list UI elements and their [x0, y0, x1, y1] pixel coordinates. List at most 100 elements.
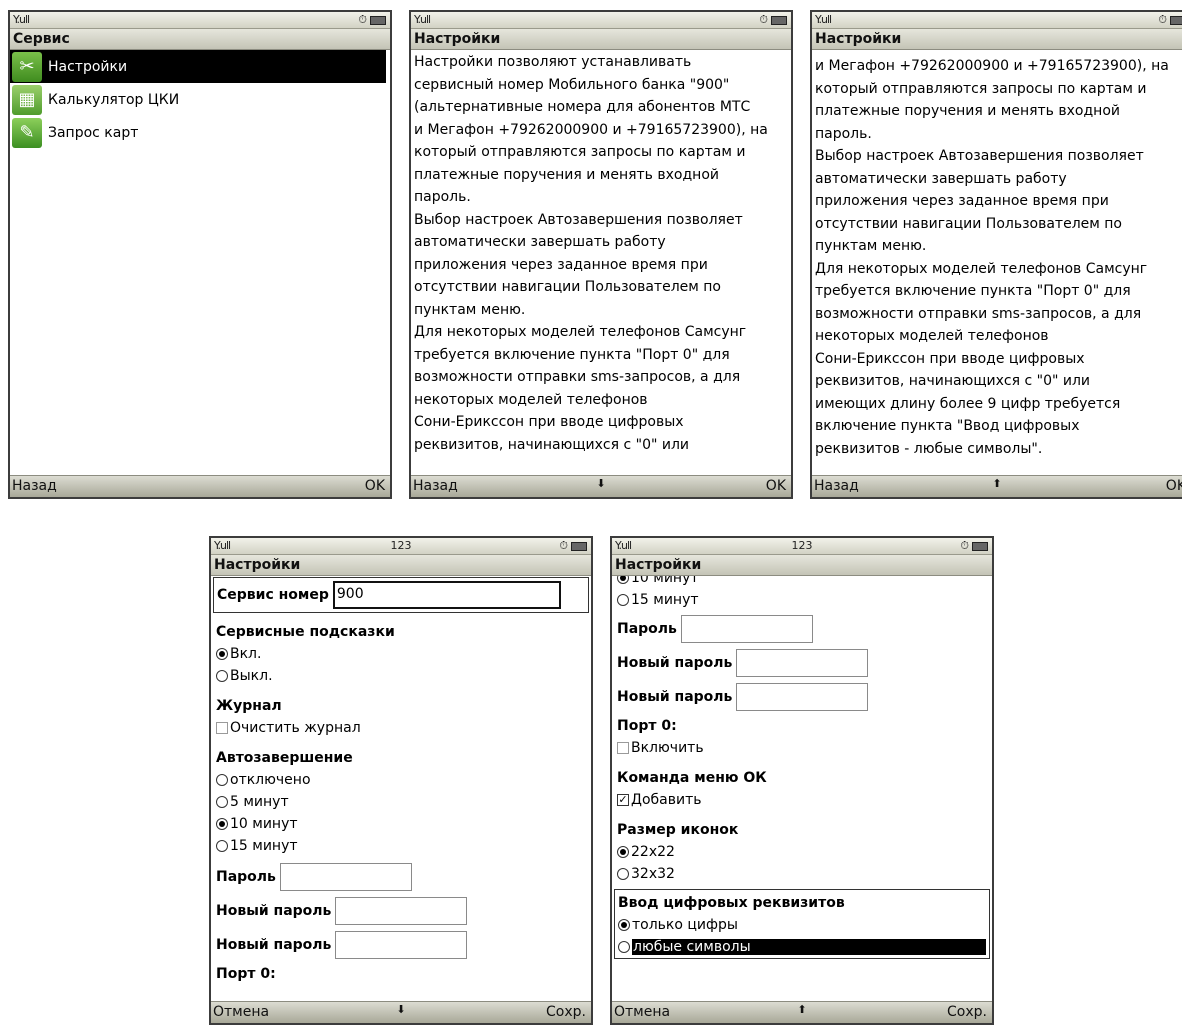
- battery-icon: [571, 541, 587, 551]
- help-line: Выбор настроек Автозавершения позволяет: [815, 148, 1144, 164]
- password-input[interactable]: [279, 863, 412, 891]
- digits-input-group: Ввод цифровых реквизитов только цифры лю…: [614, 889, 990, 959]
- help-line: Для некоторых моделей телефонов Самсунг: [414, 324, 747, 340]
- help-line: автоматически завершать работу: [815, 170, 1067, 187]
- autoclose-option-15[interactable]: 15 минут: [216, 835, 586, 857]
- confirm-password-input[interactable]: [736, 683, 869, 711]
- service-number-input[interactable]: 900: [332, 581, 561, 609]
- ok-command-add-option[interactable]: ✓ Добавить: [617, 789, 987, 811]
- option-label: 15 минут: [631, 592, 699, 608]
- phone-screen-help-top: Y.ull ⏱ Настройки Настройки позволяют ус…: [409, 10, 793, 499]
- softkey-ok[interactable]: OK: [1166, 478, 1182, 494]
- screen-title: Настройки: [214, 557, 301, 573]
- menu-item-card-request[interactable]: ✎ Запрос карт: [10, 116, 390, 149]
- autoclose-option-10[interactable]: 10 минут: [617, 576, 987, 589]
- softkey-ok[interactable]: OK: [766, 478, 786, 494]
- option-label: отключено: [230, 772, 311, 788]
- help-line: некоторых моделей телефонов: [815, 328, 1049, 344]
- autoclose-option-15[interactable]: 15 минут: [617, 589, 987, 611]
- new-password-input[interactable]: [335, 897, 468, 925]
- help-line: приложения через заданное время при: [815, 193, 1109, 209]
- softkey-back[interactable]: Назад: [814, 478, 859, 494]
- status-bar: Y.ull ⏱: [411, 12, 791, 29]
- phone-screen-service: Y.ull ⏱ Сервис ✂ Настройки ▦ Калькулятор…: [8, 10, 392, 499]
- softkey-bar: Назад ⬆ OK: [812, 475, 1182, 497]
- journal-group: Журнал Очистить журнал: [216, 695, 586, 739]
- port-enable-option[interactable]: Включить: [617, 737, 987, 759]
- help-line: Сони-Ериксcон при вводе цифровых: [414, 414, 684, 430]
- checkbox-icon: [216, 722, 228, 734]
- new-password-input[interactable]: [736, 649, 869, 677]
- help-line: (альтернативные номера для абонентов МТС: [414, 99, 751, 115]
- card-request-icon: ✎: [12, 117, 42, 148]
- confirm-password-row: Новый пароль: [216, 931, 586, 959]
- autoclose-option-10[interactable]: 10 минут: [216, 813, 586, 835]
- option-label: Выкл.: [230, 668, 273, 684]
- confirm-password-input[interactable]: [335, 931, 468, 959]
- menu-item-label: Запрос карт: [48, 124, 139, 141]
- option-label: только цифры: [632, 917, 738, 933]
- option-label: Добавить: [631, 792, 702, 808]
- help-line: реквизитов, начинающихся с "0" или: [815, 373, 1091, 389]
- hints-group: Сервисные подсказки Вкл. Выкл.: [216, 621, 586, 687]
- settings-form: 10 минут 15 минут Пароль Новый пароль Но…: [612, 576, 992, 1001]
- title-bar: Настройки: [211, 555, 591, 576]
- help-line: и Мегафон +79262000900 и +79165723900), …: [815, 58, 1169, 74]
- hints-off-option[interactable]: Выкл.: [216, 665, 586, 687]
- softkey-back[interactable]: Назад: [12, 478, 57, 494]
- alarm-icon: ⏱: [559, 539, 568, 552]
- title-bar: Настройки: [411, 29, 791, 50]
- new-password-row: Новый пароль: [617, 649, 987, 677]
- help-line: отсутствии навигации Пользователем по: [414, 279, 721, 295]
- status-icons: ⏱: [960, 539, 988, 553]
- any-symbols-option[interactable]: любые символы: [618, 936, 986, 958]
- help-line: автоматически завершать работу: [414, 234, 666, 250]
- clear-journal-option[interactable]: Очистить журнал: [216, 717, 586, 739]
- help-line: Сони-Ериксcон при вводе цифровых: [815, 350, 1085, 367]
- help-line: приложения через заданное время при: [414, 256, 708, 273]
- help-line: требуется включение пункта "Порт 0" для: [414, 346, 730, 363]
- help-line: пунктам меню.: [414, 301, 526, 318]
- digits-input-title: Ввод цифровых реквизитов: [618, 895, 845, 911]
- help-text: и Мегафон +79262000900 и +79165723900), …: [812, 50, 1182, 475]
- calculator-icon: ▦: [12, 84, 42, 115]
- screen-title: Настройки: [414, 31, 501, 47]
- digits-only-option[interactable]: только цифры: [618, 914, 986, 936]
- option-label: 10 минут: [230, 816, 298, 832]
- help-line: некоторых моделей телефонов: [414, 391, 648, 408]
- softkey-ok[interactable]: OK: [365, 478, 385, 494]
- alarm-icon: ⏱: [759, 13, 768, 26]
- radio-icon: [216, 670, 228, 682]
- autoclose-option-off[interactable]: отключено: [216, 769, 586, 791]
- journal-title: Журнал: [216, 698, 282, 714]
- menu-item-calculator[interactable]: ▦ Калькулятор ЦКИ: [10, 83, 390, 116]
- confirm-password-label: Новый пароль: [216, 937, 332, 953]
- icon-size-option-32[interactable]: 32x32: [617, 863, 987, 885]
- battery-icon: [370, 15, 386, 25]
- softkey-cancel[interactable]: Отмена: [213, 1004, 269, 1020]
- help-line: сервисный номер Мобильного банка "900": [414, 76, 730, 93]
- hints-on-option[interactable]: Вкл.: [216, 643, 586, 665]
- new-password-row: Новый пароль: [216, 897, 586, 925]
- ok-command-title: Команда меню ОК: [617, 770, 767, 786]
- password-label: Пароль: [617, 621, 677, 637]
- softkey-save[interactable]: Сохр.: [947, 1004, 987, 1020]
- help-line: реквизитов - любые символы".: [815, 440, 1043, 457]
- autoclose-group: Автозавершение отключено 5 минут 10 мину…: [216, 747, 586, 857]
- service-number-label: Сервис номер: [217, 587, 329, 603]
- softkey-cancel[interactable]: Отмена: [614, 1004, 670, 1020]
- scroll-down-icon: ⬇: [396, 1003, 406, 1016]
- battery-icon: [972, 541, 988, 551]
- radio-selected-icon: [617, 576, 629, 584]
- softkey-save[interactable]: Сохр.: [546, 1004, 586, 1020]
- icon-size-option-22[interactable]: 22x22: [617, 841, 987, 863]
- menu-item-settings[interactable]: ✂ Настройки: [10, 50, 386, 83]
- autoclose-option-5[interactable]: 5 минут: [216, 791, 586, 813]
- password-input[interactable]: [680, 615, 813, 643]
- screen-title: Настройки: [615, 557, 702, 573]
- softkey-back[interactable]: Назад: [413, 478, 458, 494]
- radio-icon: [618, 941, 630, 953]
- option-label: любые символы: [632, 939, 986, 955]
- alarm-icon: ⏱: [1158, 13, 1167, 26]
- radio-icon: [216, 840, 228, 852]
